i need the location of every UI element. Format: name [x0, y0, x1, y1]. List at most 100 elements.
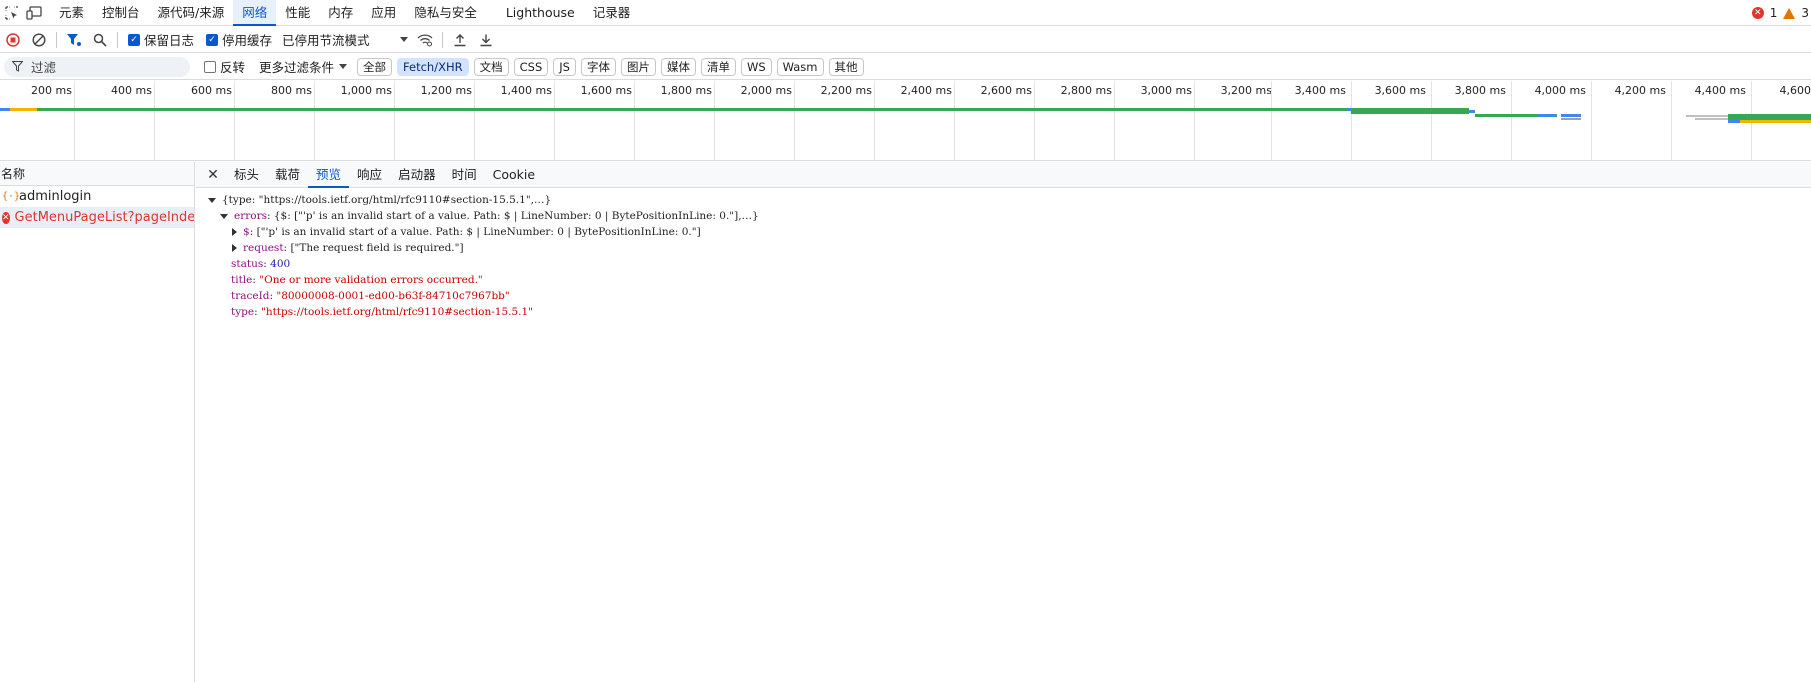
preserve-log-checkbox[interactable]: ✓ 保留日志: [122, 30, 200, 49]
tab-cookies[interactable]: Cookie: [485, 162, 543, 188]
timeline-label: 1,600 ms: [580, 84, 632, 97]
timeline-gridline: [794, 81, 795, 160]
device-toolbar-icon[interactable]: [24, 3, 44, 23]
type-filter-wasm[interactable]: Wasm: [776, 57, 824, 76]
invert-label: 反转: [220, 60, 246, 75]
timeline-label: 3,400 ms: [1294, 84, 1346, 97]
json-preview-tree: {type: "https://tools.ietf.org/html/rfc9…: [196, 188, 1811, 320]
tab-performance[interactable]: 性能: [276, 0, 319, 26]
throttling-select[interactable]: 已停用节流模式: [278, 30, 409, 49]
timeline-gridline: [954, 81, 955, 160]
expanded-triangle-icon: [208, 197, 216, 203]
tab-network[interactable]: 网络: [233, 0, 277, 26]
devtools-tab-bar: 元素 控制台 源代码/来源 网络 性能 内存 应用 隐私与安全 Lighthou…: [0, 0, 1811, 26]
timeline-overview[interactable]: 200 ms 400 ms 600 ms 800 ms 1,000 ms 1,2…: [0, 81, 1811, 161]
error-count: 1: [1769, 6, 1778, 20]
checkbox-unchecked-icon: [204, 60, 216, 73]
timeline-label: 2,400 ms: [900, 84, 952, 97]
network-conditions-icon[interactable]: [412, 27, 438, 53]
filter-icon[interactable]: [61, 27, 87, 53]
timeline-label: 4,000 ms: [1534, 84, 1586, 97]
timeline-label: 3,600 ms: [1374, 84, 1426, 97]
timeline-bar: [1538, 114, 1556, 117]
timeline-gridline: [714, 81, 715, 160]
inspect-element-icon[interactable]: [2, 3, 22, 23]
export-har-icon[interactable]: [473, 27, 499, 53]
close-icon[interactable]: ✕: [200, 162, 226, 188]
type-filter-font[interactable]: 字体: [580, 57, 616, 76]
tab-lighthouse[interactable]: Lighthouse: [486, 0, 584, 26]
timeline-gridline: [1114, 81, 1115, 160]
type-filter-manifest[interactable]: 清单: [700, 57, 736, 76]
json-key: traceId: [231, 290, 270, 302]
name-column-header[interactable]: 名称: [0, 162, 194, 186]
timeline-label: 2,800 ms: [1060, 84, 1112, 97]
issue-counters[interactable]: ✕ 1 3: [1751, 0, 1809, 26]
import-har-icon[interactable]: [447, 27, 473, 53]
json-root-node[interactable]: {type: "https://tools.ietf.org/html/rfc9…: [196, 192, 1811, 208]
timeline-label: 3,200 ms: [1220, 84, 1272, 97]
filter-input[interactable]: 过滤: [4, 56, 190, 77]
tab-response[interactable]: 响应: [349, 162, 390, 188]
request-detail-panel: ✕ 标头 载荷 预览 响应 启动器 时间 Cookie {type: "http…: [196, 162, 1811, 682]
chevron-down-icon: [400, 37, 409, 42]
type-filter-img[interactable]: 图片: [620, 57, 656, 76]
tab-timing[interactable]: 时间: [444, 162, 485, 188]
json-key: $: [243, 226, 250, 238]
more-filters-dropdown[interactable]: 更多过滤条件: [251, 57, 357, 76]
record-stop-icon[interactable]: [0, 27, 26, 53]
type-filter-fetch-xhr[interactable]: Fetch/XHR: [397, 57, 469, 76]
timeline-label: 600 ms: [191, 84, 232, 97]
funnel-icon: [12, 61, 23, 72]
type-filter-all[interactable]: 全部: [357, 57, 393, 76]
warning-icon: [1783, 7, 1796, 19]
detail-tab-bar: ✕ 标头 载荷 预览 响应 启动器 时间 Cookie: [196, 162, 1811, 188]
json-value: "One or more validation errors occurred.…: [259, 274, 483, 286]
tab-sources[interactable]: 源代码/来源: [149, 0, 234, 26]
tab-preview[interactable]: 预览: [308, 162, 350, 188]
json-node-errors[interactable]: errors: {$: ["'p' is an invalid start of…: [196, 208, 1811, 224]
search-icon[interactable]: [87, 27, 113, 53]
timeline-label: 3,800 ms: [1454, 84, 1506, 97]
json-node-dollar[interactable]: $: ["'p' is an invalid start of a value.…: [196, 224, 1811, 240]
timeline-bar: [1728, 120, 1740, 123]
json-value: "80000008-0001-ed00-b63f-84710c7967bb": [276, 290, 510, 302]
timeline-gridline: [394, 81, 395, 160]
toolbar-divider: [442, 31, 444, 48]
timeline-gridline: [554, 81, 555, 160]
tab-initiator[interactable]: 启动器: [390, 162, 444, 188]
type-filter-doc[interactable]: 文档: [473, 57, 509, 76]
type-filter-css[interactable]: CSS: [513, 57, 549, 76]
disable-cache-checkbox[interactable]: ✓ 停用缓存: [200, 30, 278, 49]
timeline-gridline: [314, 81, 315, 160]
timeline-label: 3,000 ms: [1140, 84, 1192, 97]
timeline-gridline: [74, 81, 75, 160]
type-filter-ws[interactable]: WS: [740, 57, 772, 76]
timeline-label: 4,400 ms: [1694, 84, 1746, 97]
invert-checkbox[interactable]: 反转: [190, 57, 251, 76]
tab-payload[interactable]: 载荷: [267, 162, 308, 188]
request-row-getmenupagelist[interactable]: ✕ GetMenuPageList?pageInde...: [0, 207, 194, 228]
tab-headers[interactable]: 标头: [226, 162, 267, 188]
timeline-gridline: [474, 81, 475, 160]
json-node-title: title: "One or more validation errors oc…: [231, 274, 483, 286]
request-row-adminlogin[interactable]: {·} adminlogin: [0, 186, 194, 207]
type-filter-other[interactable]: 其他: [828, 57, 864, 76]
tab-recorder[interactable]: 记录器: [584, 0, 640, 26]
tab-memory[interactable]: 内存: [319, 0, 362, 26]
tab-privacy-security[interactable]: 隐私与安全: [405, 0, 486, 26]
json-key: title: [231, 274, 253, 286]
timeline-label: 4,200 ms: [1614, 84, 1666, 97]
network-toolbar: ✓ 保留日志 ✓ 停用缓存 已停用节流模式: [0, 27, 1811, 53]
more-filters-label: 更多过滤条件: [259, 60, 335, 75]
timeline-gridline: [154, 81, 155, 160]
checkbox-checked-icon: ✓: [206, 33, 219, 46]
type-filter-media[interactable]: 媒体: [660, 57, 696, 76]
tab-elements[interactable]: 元素: [50, 0, 93, 26]
json-value: 400: [270, 258, 291, 270]
type-filter-js[interactable]: JS: [553, 57, 576, 76]
clear-icon[interactable]: [26, 27, 52, 53]
tab-console[interactable]: 控制台: [93, 0, 149, 26]
tab-application[interactable]: 应用: [362, 0, 405, 26]
json-node-request[interactable]: request: ["The request field is required…: [196, 240, 1811, 256]
